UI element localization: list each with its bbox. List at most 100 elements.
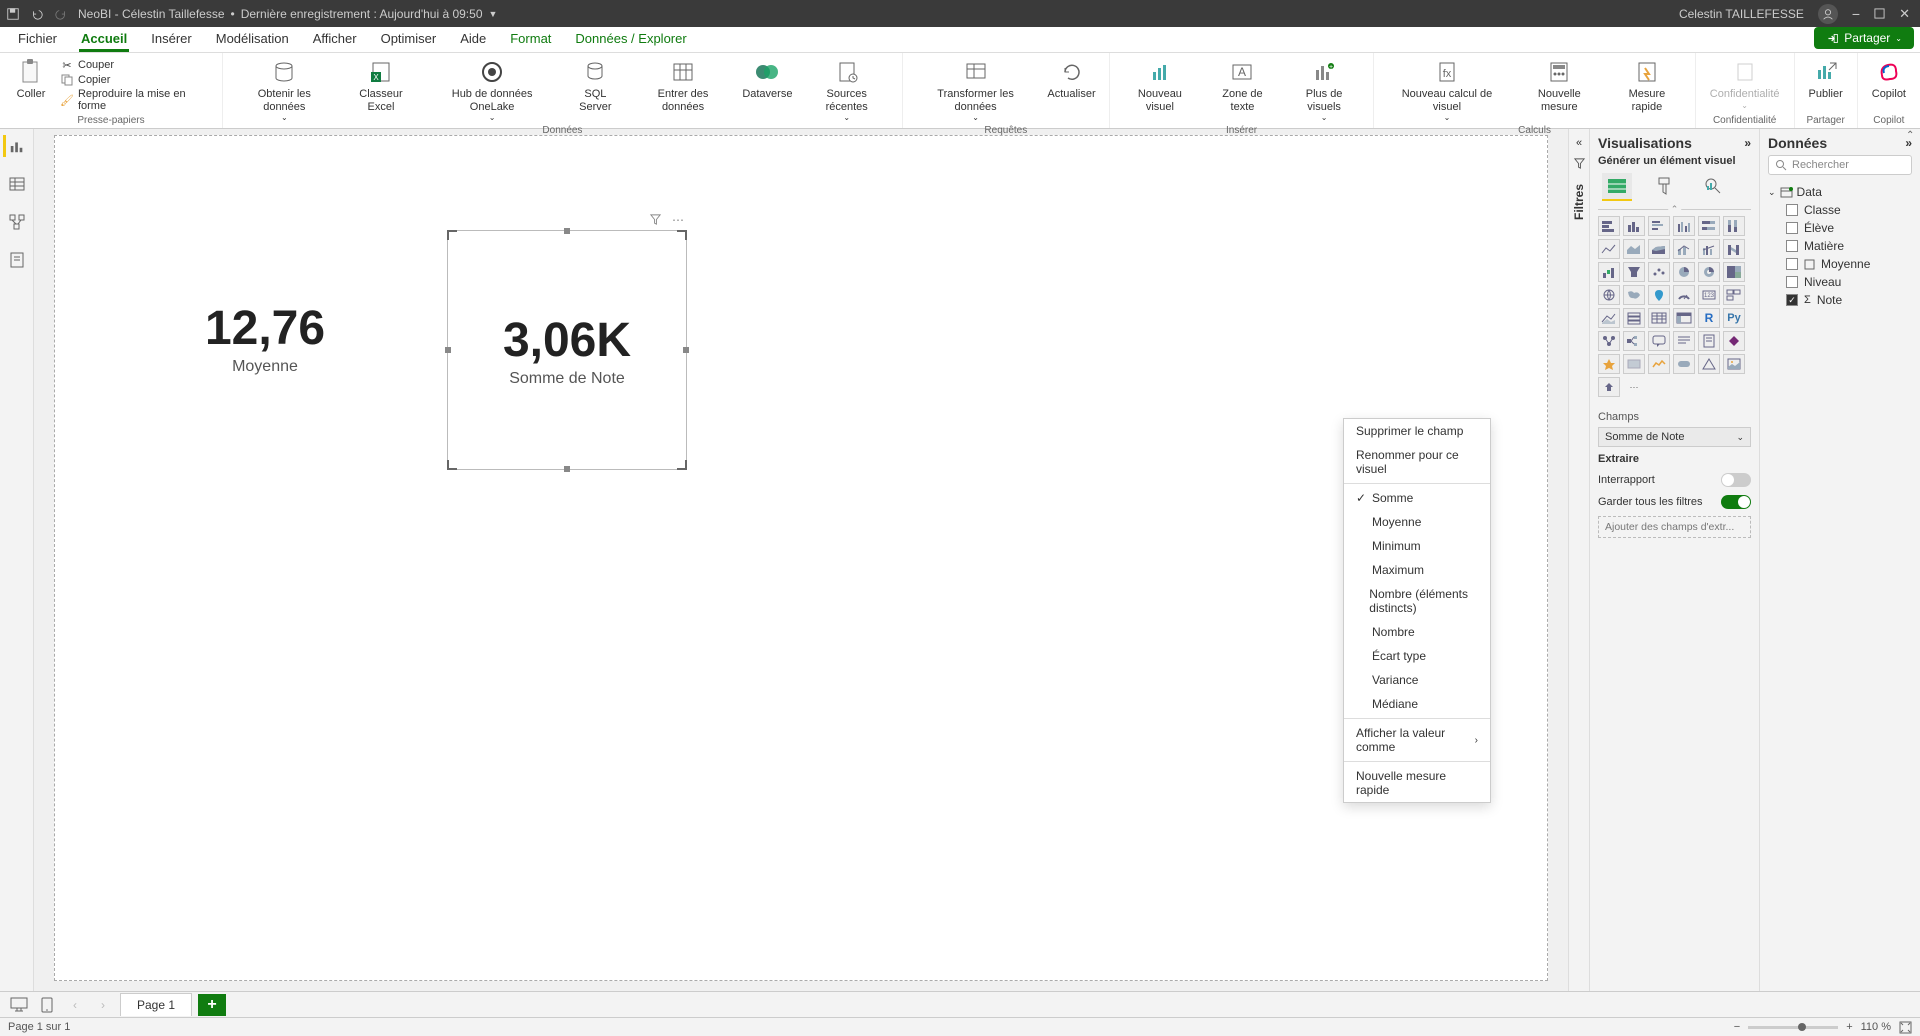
maximize-icon[interactable] xyxy=(1874,8,1885,19)
new-calc-button[interactable]: fxNouveau calcul de visuel⌄ xyxy=(1382,56,1511,124)
tab-fichier[interactable]: Fichier xyxy=(6,27,69,52)
quick-measure-button[interactable]: Mesure rapide xyxy=(1607,56,1687,115)
checkbox[interactable] xyxy=(1786,240,1798,252)
sql-button[interactable]: SQL Server xyxy=(562,56,629,115)
dax-view-icon[interactable] xyxy=(6,249,28,271)
resize-handle[interactable] xyxy=(564,228,570,234)
viz-python[interactable]: Py xyxy=(1723,308,1745,328)
viz-treemap[interactable] xyxy=(1723,262,1745,282)
viz-sparkline[interactable] xyxy=(1648,354,1670,374)
viz-get-more[interactable] xyxy=(1598,377,1620,397)
viz-slicer[interactable] xyxy=(1623,308,1645,328)
viz-more[interactable]: ⋯ xyxy=(1623,377,1645,397)
resize-corner[interactable] xyxy=(677,460,687,470)
tab-format[interactable]: Format xyxy=(498,27,563,52)
viz-key-influencers[interactable] xyxy=(1598,331,1620,351)
ctx-median[interactable]: Médiane xyxy=(1344,692,1490,716)
viz-button[interactable] xyxy=(1673,354,1695,374)
cut-button[interactable]: ✂Couper xyxy=(60,58,210,72)
viz-donut[interactable] xyxy=(1698,262,1720,282)
viz-goals[interactable] xyxy=(1598,354,1620,374)
checkbox[interactable] xyxy=(1786,222,1798,234)
resize-corner[interactable] xyxy=(447,460,457,470)
viz-100-col[interactable] xyxy=(1723,216,1745,236)
viz-funnel[interactable] xyxy=(1623,262,1645,282)
minimize-icon[interactable]: − xyxy=(1852,6,1860,22)
report-canvas[interactable]: 12,76 Moyenne ⋯ 3,06K Somme de Note xyxy=(54,135,1548,981)
viz-decomp[interactable] xyxy=(1623,331,1645,351)
viz-gauge[interactable] xyxy=(1673,285,1695,305)
tab-aide[interactable]: Aide xyxy=(448,27,498,52)
viz-ribbon[interactable] xyxy=(1723,239,1745,259)
viz-100-bar[interactable] xyxy=(1698,216,1720,236)
redo-icon[interactable] xyxy=(54,7,68,21)
viz-pie[interactable] xyxy=(1673,262,1695,282)
viz-line-col2[interactable] xyxy=(1698,239,1720,259)
ctx-sum[interactable]: ✓Somme xyxy=(1344,486,1490,510)
checkbox[interactable] xyxy=(1786,276,1798,288)
resize-corner[interactable] xyxy=(677,230,687,240)
dataverse-button[interactable]: Dataverse xyxy=(737,56,797,103)
viz-card[interactable]: 123 xyxy=(1698,285,1720,305)
field-classe[interactable]: Classe xyxy=(1768,201,1912,219)
ctx-avg[interactable]: Moyenne xyxy=(1344,510,1490,534)
checkbox[interactable] xyxy=(1786,294,1798,306)
viz-shape[interactable] xyxy=(1698,354,1720,374)
ctx-min[interactable]: Minimum xyxy=(1344,534,1490,558)
tab-optimiser[interactable]: Optimiser xyxy=(369,27,449,52)
viz-matrix[interactable] xyxy=(1673,308,1695,328)
ctx-stdev[interactable]: Écart type xyxy=(1344,644,1490,668)
report-view-icon[interactable] xyxy=(3,135,25,157)
resize-handle[interactable] xyxy=(683,347,689,353)
viz-kpi[interactable] xyxy=(1598,308,1620,328)
viz-waterfall[interactable] xyxy=(1598,262,1620,282)
mobile-layout-icon[interactable] xyxy=(36,995,58,1015)
viz-clustered-col[interactable] xyxy=(1673,216,1695,236)
ctx-count[interactable]: Nombre xyxy=(1344,620,1490,644)
viz-area[interactable] xyxy=(1623,239,1645,259)
refresh-button[interactable]: Actualiser xyxy=(1042,56,1101,103)
get-data-button[interactable]: Obtenir les données⌄ xyxy=(231,56,338,124)
viz-line[interactable] xyxy=(1598,239,1620,259)
card-moyenne[interactable]: 12,76 Moyenne xyxy=(135,301,395,376)
chevron-down-icon[interactable]: ▼ xyxy=(489,9,498,19)
new-visual-button[interactable]: Nouveau visuel xyxy=(1118,56,1202,115)
tab-modelisation[interactable]: Modélisation xyxy=(204,27,301,52)
ctx-remove[interactable]: Supprimer le champ xyxy=(1344,419,1490,443)
desktop-layout-icon[interactable] xyxy=(8,995,30,1015)
viz-card-new[interactable] xyxy=(1623,354,1645,374)
viz-clustered-bar[interactable] xyxy=(1648,216,1670,236)
transform-button[interactable]: Transformer les données⌄ xyxy=(911,56,1040,124)
viz-azure-map[interactable] xyxy=(1648,285,1670,305)
keep-filters-toggle[interactable] xyxy=(1721,495,1751,509)
filters-pane-collapsed[interactable]: « Filtres xyxy=(1568,129,1590,991)
viz-filled-map[interactable] xyxy=(1623,285,1645,305)
tab-donnees[interactable]: Données / Explorer xyxy=(563,27,698,52)
analytics-mode-icon[interactable] xyxy=(1698,173,1728,201)
resize-handle[interactable] xyxy=(564,466,570,472)
field-matiere[interactable]: Matière xyxy=(1768,237,1912,255)
publish-button[interactable]: Publier xyxy=(1803,56,1849,103)
tab-inserer[interactable]: Insérer xyxy=(139,27,203,52)
fit-page-icon[interactable] xyxy=(1899,1021,1912,1034)
checkbox[interactable] xyxy=(1786,204,1798,216)
checkbox[interactable] xyxy=(1786,258,1798,270)
table-node[interactable]: ⌄ Data xyxy=(1768,183,1912,201)
resize-corner[interactable] xyxy=(447,230,457,240)
zoom-in-icon[interactable]: + xyxy=(1846,1021,1852,1033)
recent-sources-button[interactable]: Sources récentes⌄ xyxy=(800,56,894,124)
ctx-show-as[interactable]: Afficher la valeur comme› xyxy=(1344,721,1490,759)
viz-stacked-area[interactable] xyxy=(1648,239,1670,259)
paste-button[interactable]: Coller xyxy=(8,56,54,103)
expand-icon[interactable]: « xyxy=(1576,137,1582,149)
table-view-icon[interactable] xyxy=(6,173,28,195)
tab-accueil[interactable]: Accueil xyxy=(69,27,139,52)
viz-line-col[interactable] xyxy=(1673,239,1695,259)
save-icon[interactable] xyxy=(6,7,20,21)
onelake-button[interactable]: Hub de données OneLake⌄ xyxy=(424,56,560,124)
page-next-icon[interactable]: › xyxy=(92,995,114,1015)
add-page-button[interactable]: + xyxy=(198,994,226,1016)
textbox-button[interactable]: AZone de texte xyxy=(1204,56,1281,115)
viz-qa[interactable] xyxy=(1648,331,1670,351)
search-input[interactable]: Rechercher xyxy=(1768,155,1912,175)
